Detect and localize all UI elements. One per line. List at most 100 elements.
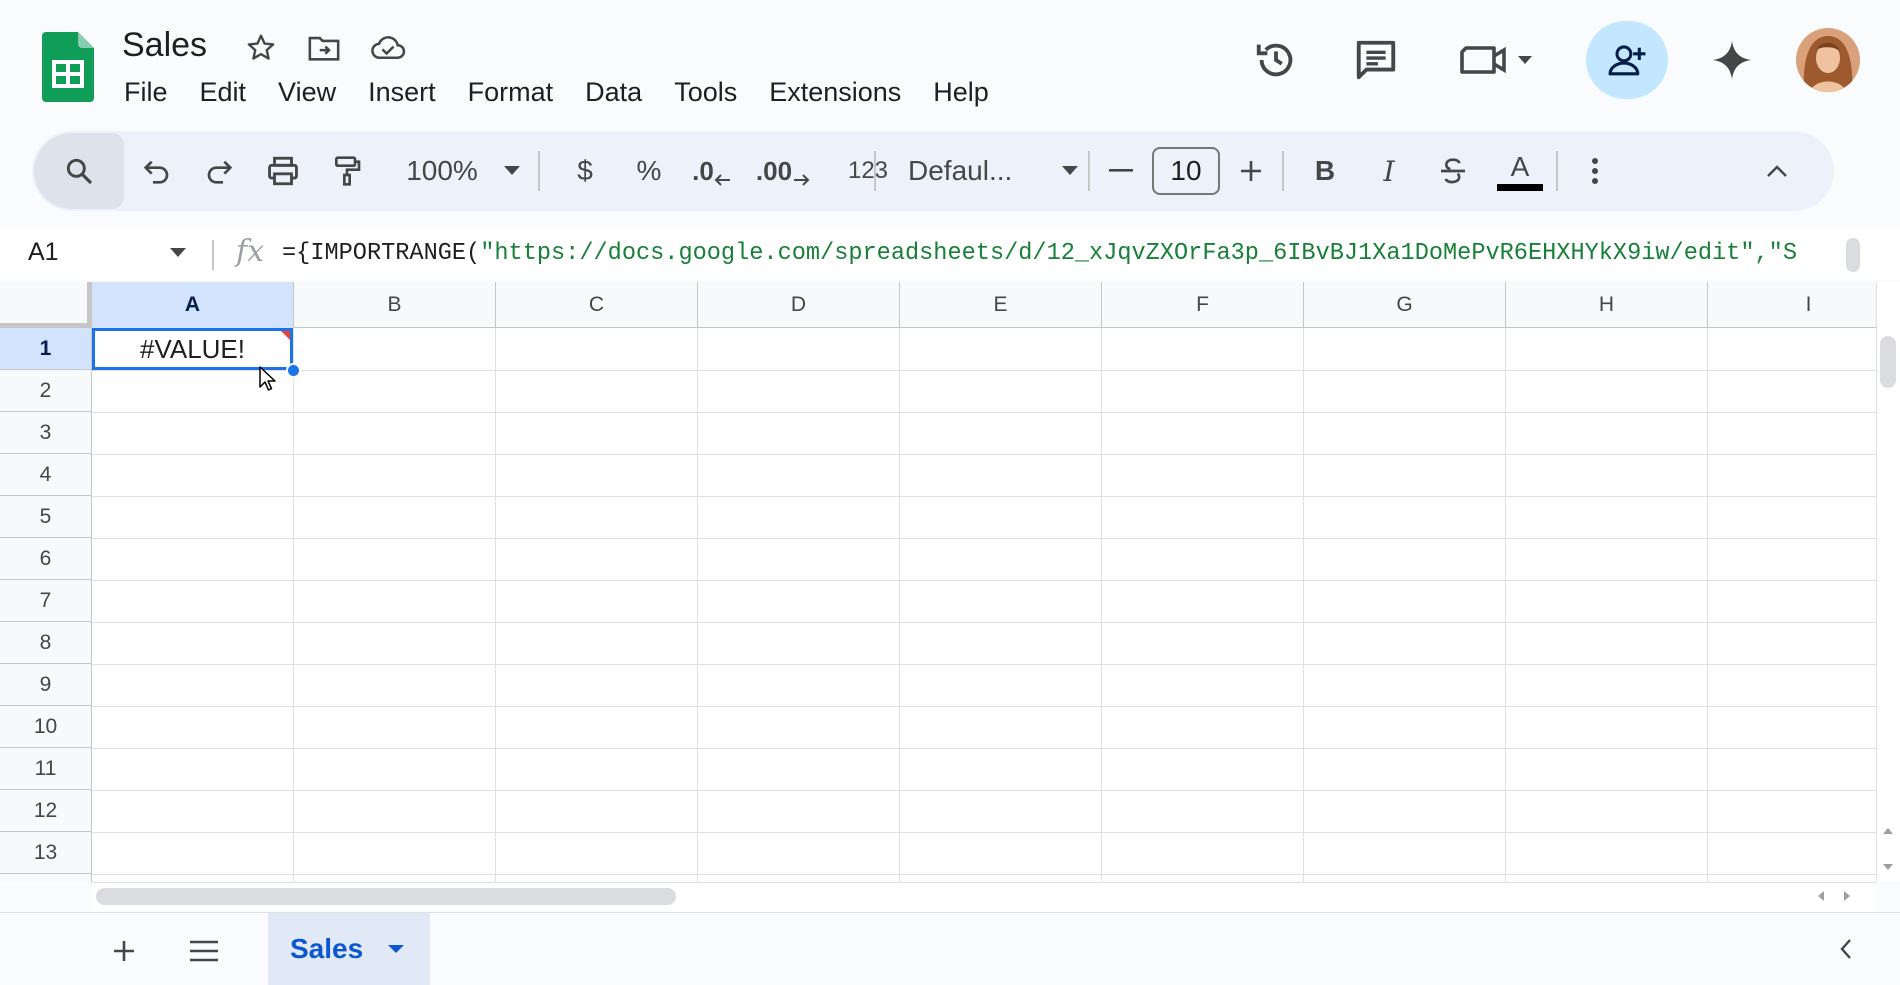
redo-button[interactable] bbox=[194, 131, 244, 211]
menu-insert[interactable]: Insert bbox=[352, 74, 452, 110]
collapse-menus-button[interactable] bbox=[1754, 131, 1800, 211]
row-header-1[interactable]: 1 bbox=[0, 328, 92, 370]
menu-lines-icon bbox=[190, 940, 218, 962]
share-button[interactable] bbox=[1586, 21, 1668, 99]
row-header-7[interactable]: 7 bbox=[0, 580, 92, 622]
text-color-swatch bbox=[1497, 183, 1543, 191]
scroll-up-arrow-icon[interactable] bbox=[1883, 828, 1893, 834]
column-header-h[interactable]: H bbox=[1506, 282, 1708, 328]
row-header-5[interactable]: 5 bbox=[0, 496, 92, 538]
all-sheets-button[interactable] bbox=[184, 931, 224, 971]
name-box-caret-icon[interactable] bbox=[170, 248, 186, 258]
column-header-e[interactable]: E bbox=[900, 282, 1102, 328]
cell-a1[interactable]: #VALUE! bbox=[92, 328, 293, 370]
column-header-a[interactable]: A bbox=[92, 282, 294, 328]
row-header-4[interactable]: 4 bbox=[0, 454, 92, 496]
strikethrough-button[interactable] bbox=[1430, 131, 1476, 211]
column-header-i[interactable]: I bbox=[1708, 282, 1900, 328]
side-panel-toggle[interactable] bbox=[1830, 933, 1862, 965]
add-sheet-button[interactable] bbox=[104, 931, 144, 971]
account-avatar[interactable] bbox=[1796, 28, 1860, 92]
menu-tools[interactable]: Tools bbox=[658, 74, 753, 110]
select-all-corner[interactable] bbox=[0, 282, 92, 328]
gridline bbox=[92, 412, 1880, 413]
gridline bbox=[92, 370, 1880, 371]
undo-icon bbox=[143, 160, 169, 184]
star-icon[interactable] bbox=[243, 30, 279, 66]
paint-format-button[interactable] bbox=[322, 131, 372, 211]
error-indicator[interactable] bbox=[281, 331, 290, 340]
menu-edit[interactable]: Edit bbox=[184, 74, 263, 110]
increase-decimal-button[interactable]: .00 bbox=[748, 131, 818, 211]
cloud-saved-icon[interactable] bbox=[370, 30, 406, 66]
percent-format-button[interactable]: % bbox=[626, 131, 672, 211]
print-button[interactable] bbox=[258, 131, 308, 211]
meet-video-icon[interactable] bbox=[1458, 30, 1538, 90]
sheet-tab-sales[interactable]: Sales bbox=[268, 913, 430, 985]
menu-data[interactable]: Data bbox=[569, 74, 658, 110]
gridline bbox=[92, 622, 1880, 623]
menu-extensions[interactable]: Extensions bbox=[753, 74, 917, 110]
mouse-pointer-icon bbox=[258, 365, 278, 393]
formula-function: ={IMPORTRANGE( bbox=[282, 240, 481, 267]
strikethrough-icon bbox=[1441, 158, 1465, 184]
version-history-icon[interactable] bbox=[1246, 30, 1306, 90]
more-options-button[interactable] bbox=[1572, 131, 1618, 211]
spreadsheet-grid: A B C D E F G H I 1 2 3 4 5 6 7 8 9 10 1… bbox=[0, 282, 1900, 882]
increase-font-size-button[interactable] bbox=[1228, 131, 1274, 211]
toolbar: 100% $ % .0 .00 123 Defaul... 10 B I A bbox=[32, 131, 1834, 211]
font-size-input[interactable]: 10 bbox=[1152, 147, 1220, 195]
row-header-3[interactable]: 3 bbox=[0, 412, 92, 454]
bold-button[interactable]: B bbox=[1302, 131, 1348, 211]
scroll-left-arrow-icon[interactable] bbox=[1818, 891, 1824, 901]
row-header-13[interactable]: 13 bbox=[0, 832, 92, 874]
row-header-10[interactable]: 10 bbox=[0, 706, 92, 748]
formula-input[interactable]: ={IMPORTRANGE("https://docs.google.com/s… bbox=[282, 240, 1822, 267]
gridline bbox=[92, 706, 1880, 707]
row-header-2[interactable]: 2 bbox=[0, 370, 92, 412]
comments-icon[interactable] bbox=[1346, 30, 1406, 90]
row-header-6[interactable]: 6 bbox=[0, 538, 92, 580]
column-header-c[interactable]: C bbox=[496, 282, 698, 328]
row-header-8[interactable]: 8 bbox=[0, 622, 92, 664]
formula-scrollbar[interactable] bbox=[1846, 238, 1860, 272]
move-folder-icon[interactable] bbox=[306, 30, 342, 66]
menu-help[interactable]: Help bbox=[917, 74, 1005, 110]
sheet-tab-caret-icon[interactable] bbox=[388, 945, 404, 953]
column-header-g[interactable]: G bbox=[1304, 282, 1506, 328]
plus-icon bbox=[114, 941, 134, 961]
undo-button[interactable] bbox=[132, 131, 182, 211]
column-header-b[interactable]: B bbox=[294, 282, 496, 328]
row-header-12[interactable]: 12 bbox=[0, 790, 92, 832]
gemini-sparkle-icon[interactable] bbox=[1702, 30, 1762, 90]
zoom-select[interactable]: 100% bbox=[390, 131, 494, 211]
document-title[interactable]: Sales bbox=[122, 26, 207, 65]
more-formats-button[interactable]: 123 bbox=[832, 131, 904, 211]
horizontal-scroll-thumb[interactable] bbox=[96, 888, 676, 905]
column-header-f[interactable]: F bbox=[1102, 282, 1304, 328]
menu-view[interactable]: View bbox=[262, 74, 352, 110]
font-caret-icon[interactable] bbox=[1052, 131, 1088, 211]
search-menus-button[interactable] bbox=[34, 133, 124, 209]
font-family-select[interactable]: Defaul... bbox=[900, 131, 1056, 211]
row-header-14[interactable] bbox=[0, 874, 92, 882]
row-header-11[interactable]: 11 bbox=[0, 748, 92, 790]
sheets-logo-icon[interactable] bbox=[42, 32, 94, 102]
currency-format-button[interactable]: $ bbox=[562, 131, 608, 211]
italic-button[interactable]: I bbox=[1366, 131, 1412, 211]
name-box[interactable]: A1 bbox=[28, 238, 59, 267]
column-header-d[interactable]: D bbox=[698, 282, 900, 328]
menu-file[interactable]: File bbox=[108, 74, 184, 110]
zoom-caret-icon[interactable] bbox=[494, 131, 530, 211]
gridline bbox=[92, 790, 1880, 791]
text-color-button[interactable]: A bbox=[1490, 131, 1550, 211]
scroll-right-arrow-icon[interactable] bbox=[1844, 891, 1850, 901]
row-header-9[interactable]: 9 bbox=[0, 664, 92, 706]
scroll-down-arrow-icon[interactable] bbox=[1883, 864, 1893, 870]
decrease-decimal-button[interactable]: .0 bbox=[682, 131, 742, 211]
vertical-scroll-thumb[interactable] bbox=[1880, 336, 1896, 388]
fill-handle[interactable] bbox=[286, 363, 301, 378]
menu-format[interactable]: Format bbox=[452, 74, 570, 110]
decrease-font-size-button[interactable] bbox=[1098, 131, 1144, 211]
toolbar-divider bbox=[1282, 151, 1284, 191]
